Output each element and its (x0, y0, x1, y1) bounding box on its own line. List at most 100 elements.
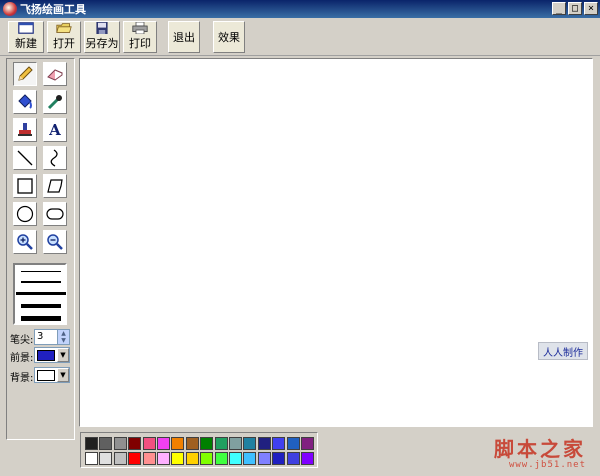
eraser-icon (47, 69, 63, 81)
minimize-button[interactable]: _ (552, 2, 566, 15)
palette-swatch[interactable] (229, 437, 242, 450)
palette-swatch[interactable] (171, 437, 185, 450)
credit-label: 人人制作 (538, 342, 588, 360)
printer-icon (132, 22, 148, 34)
pencil-icon (18, 66, 33, 81)
palette-swatch[interactable] (185, 452, 199, 465)
polygon-tool[interactable] (43, 174, 67, 198)
zoom-out-tool[interactable] (43, 230, 67, 254)
zoom-out-icon (47, 234, 63, 250)
open-button[interactable]: 打开 (47, 21, 81, 53)
open-label: 打开 (53, 37, 75, 50)
watermark: 脚本之家 www.jb51.net (494, 438, 586, 470)
new-label: 新建 (15, 37, 37, 50)
effect-button[interactable]: 效果 (213, 21, 245, 53)
background-color-select[interactable]: ▼ (34, 367, 70, 383)
palette-swatch[interactable] (257, 452, 271, 465)
exit-button[interactable]: 退出 (168, 21, 200, 53)
save-as-button[interactable]: 另存为 (84, 21, 120, 53)
rounded-rect-tool[interactable] (43, 202, 67, 226)
app-icon (3, 2, 17, 16)
palette-swatch[interactable] (171, 452, 185, 465)
paint-bucket-tool[interactable] (13, 90, 37, 114)
watermark-url: www.jb51.net (508, 460, 586, 470)
drawing-canvas[interactable] (79, 58, 593, 427)
palette-swatch[interactable] (142, 452, 156, 465)
line-width-4[interactable] (21, 304, 61, 308)
window-title: 飞扬绘画工具 (20, 3, 86, 16)
paint-bucket-icon (18, 94, 32, 109)
zoom-in-icon (17, 234, 33, 250)
close-button[interactable]: × (584, 2, 598, 15)
palette-swatch[interactable] (214, 437, 228, 450)
pen-tip-label: 笔尖: (10, 335, 34, 346)
line-width-2[interactable] (21, 281, 61, 283)
palette-swatch[interactable] (200, 437, 214, 450)
palette-swatch[interactable] (257, 437, 271, 450)
print-button[interactable]: 打印 (123, 21, 157, 53)
palette-swatch[interactable] (243, 437, 257, 450)
zoom-in-tool[interactable] (13, 230, 37, 254)
title-bar: 飞扬绘画工具 _ □ × (0, 0, 600, 18)
palette-swatch[interactable] (286, 452, 300, 465)
line-width-1[interactable] (21, 271, 61, 272)
palette-swatch[interactable] (200, 452, 214, 465)
eyedropper-tool[interactable] (43, 90, 67, 114)
palette-swatch[interactable] (185, 437, 199, 450)
palette-swatch[interactable] (113, 437, 127, 450)
chevron-down-icon[interactable]: ▼ (57, 348, 69, 362)
palette-swatch[interactable] (272, 437, 286, 450)
curve-tool[interactable] (43, 146, 67, 170)
text-tool[interactable]: A (43, 118, 67, 142)
spinner-arrows-icon[interactable]: ▲ ▼ (57, 330, 69, 344)
line-width-selector[interactable] (13, 263, 67, 325)
palette-swatch[interactable] (99, 452, 113, 465)
palette-swatch[interactable] (99, 437, 113, 450)
foreground-color-select[interactable]: ▼ (34, 347, 70, 363)
stamp-tool[interactable] (13, 118, 37, 142)
rounded-rect-icon (46, 208, 64, 220)
palette-swatch[interactable] (85, 437, 98, 450)
palette-swatch[interactable] (214, 452, 228, 465)
background-label: 背景: (10, 373, 34, 384)
maximize-button[interactable]: □ (568, 2, 582, 15)
eraser-tool[interactable] (43, 62, 67, 86)
line-tool[interactable] (13, 146, 37, 170)
pen-tip-spinner[interactable]: 3 ▲ ▼ (34, 329, 70, 345)
pen-tip-value: 3 (37, 331, 44, 342)
new-button[interactable]: 新建 (8, 21, 44, 53)
palette-swatch[interactable] (142, 437, 156, 450)
rectangle-icon (17, 178, 33, 194)
palette-swatch[interactable] (229, 452, 242, 465)
save-as-label: 另存为 (85, 37, 119, 50)
line-icon (17, 150, 33, 166)
effect-label: 效果 (218, 30, 240, 44)
palette-swatch[interactable] (301, 437, 314, 450)
chevron-down-icon[interactable]: ▼ (57, 368, 69, 382)
palette-swatch[interactable] (157, 452, 170, 465)
palette-swatch[interactable] (243, 452, 257, 465)
window-controls: _ □ × (552, 2, 598, 15)
toolbar: 新建 打开 另存为 打印 退出 效果 (0, 18, 600, 56)
palette-swatch[interactable] (301, 452, 314, 465)
foreground-swatch (37, 350, 55, 361)
palette-swatch[interactable] (272, 452, 286, 465)
palette-swatch[interactable] (286, 437, 300, 450)
line-width-5[interactable] (21, 316, 61, 321)
palette-swatch[interactable] (157, 437, 170, 450)
text-icon: A (49, 121, 61, 139)
palette-swatch[interactable] (113, 452, 127, 465)
background-swatch (37, 370, 55, 381)
palette-swatch[interactable] (128, 452, 142, 465)
eyedropper-icon (47, 95, 62, 110)
pencil-tool[interactable] (13, 62, 37, 86)
palette-swatch[interactable] (85, 452, 98, 465)
palette-swatch[interactable] (128, 437, 142, 450)
line-width-3[interactable] (16, 292, 66, 295)
polygon-icon (47, 179, 63, 193)
color-palette (80, 432, 318, 468)
new-file-icon (18, 22, 34, 34)
rectangle-tool[interactable] (13, 174, 37, 198)
ellipse-tool[interactable] (13, 202, 37, 226)
ellipse-icon (16, 205, 34, 223)
